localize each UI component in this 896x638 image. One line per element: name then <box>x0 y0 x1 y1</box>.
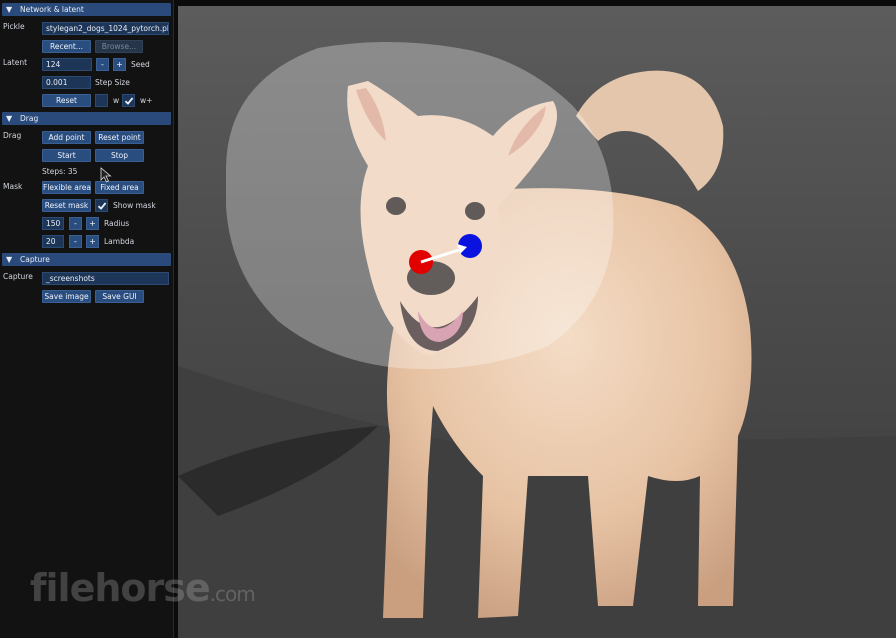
capture-label: Capture <box>3 272 33 281</box>
watermark-logo: filehorse.com <box>30 566 256 610</box>
section-header-drag[interactable]: ▼ Drag <box>2 112 171 125</box>
seed-increment-button[interactable]: + <box>113 58 126 71</box>
save-gui-button[interactable]: Save GUI <box>95 290 144 303</box>
collapse-triangle-icon: ▼ <box>6 5 13 14</box>
wplus-checkbox[interactable] <box>122 94 135 107</box>
radius-increment-button[interactable]: + <box>86 217 99 230</box>
checkmark-icon <box>124 97 134 105</box>
section-header-capture[interactable]: ▼ Capture <box>2 253 171 266</box>
generated-image-canvas[interactable] <box>178 6 896 638</box>
reset-point-button[interactable]: Reset point <box>95 131 144 144</box>
mask-region[interactable] <box>226 42 614 370</box>
section-header-network[interactable]: ▼ Network & latent <box>2 3 171 16</box>
reset-mask-button[interactable]: Reset mask <box>42 199 91 212</box>
radius-input[interactable]: 150 <box>42 217 64 230</box>
drag-label: Drag <box>3 131 22 140</box>
seed-input[interactable]: 124 <box>42 58 92 71</box>
stop-button[interactable]: Stop <box>95 149 144 162</box>
add-point-button[interactable]: Add point <box>42 131 91 144</box>
start-button[interactable]: Start <box>42 149 91 162</box>
step-size-input[interactable]: 0.001 <box>42 76 91 89</box>
browse-button[interactable]: Browse... <box>95 40 143 53</box>
seed-decrement-button[interactable]: - <box>96 58 109 71</box>
control-panel: ▼ Network & latent Pickle stylegan2_dogs… <box>0 0 174 638</box>
flexible-area-button[interactable]: Flexible area <box>42 181 91 194</box>
show-mask-label: Show mask <box>113 201 156 210</box>
pickle-input[interactable]: stylegan2_dogs_1024_pytorch.pkl <box>42 22 169 35</box>
w-checkbox[interactable] <box>95 94 108 107</box>
checkmark-icon <box>97 202 107 210</box>
dog-image[interactable] <box>178 6 896 638</box>
w-label: w <box>113 96 120 105</box>
reset-latent-button[interactable]: Reset <box>42 94 91 107</box>
capture-path-input[interactable]: _screenshots <box>42 272 169 285</box>
pickle-label: Pickle <box>3 22 25 31</box>
mouse-cursor-icon <box>100 167 112 183</box>
save-image-button[interactable]: Save image <box>42 290 91 303</box>
lambda-input[interactable]: 20 <box>42 235 64 248</box>
draggan-window: ▼ Network & latent Pickle stylegan2_dogs… <box>0 0 896 638</box>
lambda-label: Lambda <box>104 237 135 246</box>
wplus-label: w+ <box>140 96 153 105</box>
recent-button[interactable]: Recent... <box>42 40 91 53</box>
collapse-triangle-icon: ▼ <box>6 255 13 264</box>
latent-label: Latent <box>3 58 28 67</box>
step-size-label: Step Size <box>95 78 130 87</box>
lambda-decrement-button[interactable]: - <box>69 235 82 248</box>
steps-counter: Steps: 35 <box>42 167 78 176</box>
mask-label: Mask <box>3 182 23 191</box>
radius-label: Radius <box>104 219 130 228</box>
show-mask-checkbox[interactable] <box>95 199 108 212</box>
seed-label: Seed <box>131 60 150 69</box>
collapse-triangle-icon: ▼ <box>6 114 13 123</box>
lambda-increment-button[interactable]: + <box>86 235 99 248</box>
radius-decrement-button[interactable]: - <box>69 217 82 230</box>
